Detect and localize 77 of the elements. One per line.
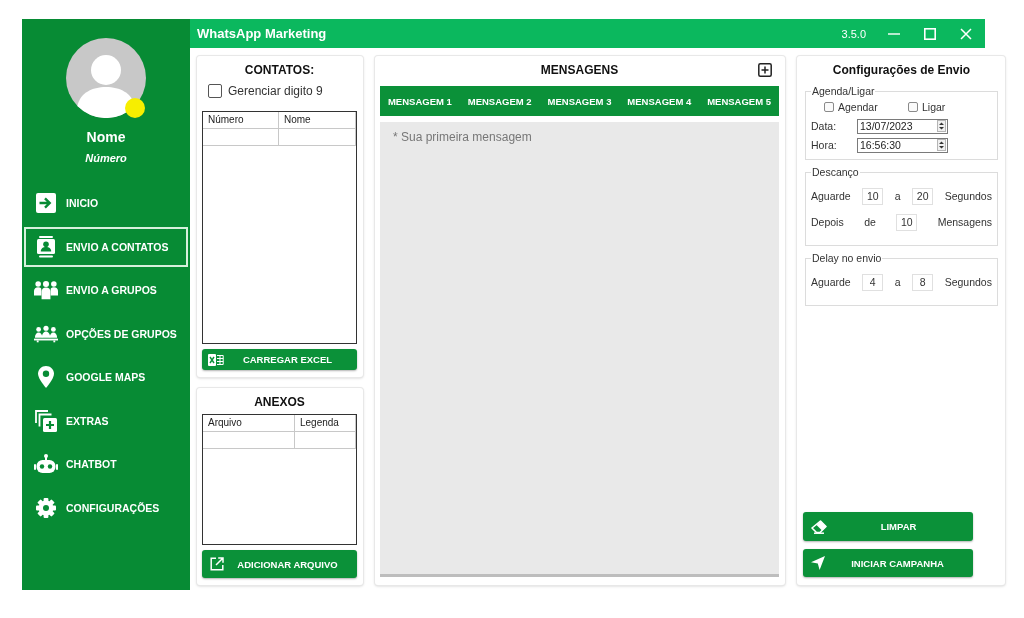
stacked-add-icon [35,409,57,432]
field-label: a [894,276,901,288]
settings-icon [36,497,56,518]
enter-icon [36,193,56,213]
external-link-icon [210,557,224,571]
panel-title: MENSAGENS [540,62,619,78]
group-legend: Descanço [811,166,860,178]
contact-card-icon [36,235,56,258]
clear-button[interactable]: LIMPAR [803,512,973,541]
field-label: Segundos [944,276,992,288]
column-header: Legenda [295,415,356,432]
nav-item[interactable]: GOOGLE MAPS [24,357,188,397]
start-campaign-button[interactable]: INICIAR CAMPANHA [803,549,973,577]
input-field[interactable]: 16:56:30 [857,137,948,153]
checkbox[interactable] [908,102,918,112]
checkbox-label: Ligar [922,101,946,113]
panel-title: CONTATOS: [243,62,316,78]
tab[interactable]: MENSAGEM 1 [380,86,460,116]
field-label: Mensagens [937,216,992,228]
tab[interactable]: MENSAGEM 3 [539,86,620,116]
checkbox[interactable] [208,84,222,98]
column-header: Arquivo [203,415,295,432]
nav-item[interactable]: OPÇÕES DE GRUPOS [24,313,188,354]
load-excel-button[interactable]: CARREGAR EXCEL [202,349,357,370]
number-field[interactable]: 10 [896,213,918,231]
panel-title: ANEXOS [253,394,306,410]
close-icon[interactable] [960,27,972,40]
message-field[interactable]: * Sua primeira mensagem [380,122,779,577]
field-label: Data: [811,120,838,132]
nav-item[interactable]: CHATBOT [24,444,188,484]
field-label: Hora: [811,139,838,151]
group-legend: Delay no envio [811,252,883,264]
add-icon[interactable] [758,63,772,77]
number-field[interactable]: 20 [912,187,934,205]
nav-item[interactable]: ENVIO A GRUPOS [24,270,188,310]
avatar-icon [66,38,146,118]
tab[interactable]: MENSAGEM 5 [699,86,779,116]
field-label: Aguarde [811,190,851,202]
profile-name: Nome [86,128,126,146]
panel-title: Configurações de Envio [831,62,972,78]
add-file-button[interactable]: ADICIONAR ARQUIVO [202,550,357,578]
checkbox-label: Agendar [838,101,878,113]
window-title: WhatsApp Marketing [197,26,328,41]
maximize-icon[interactable] [924,27,936,40]
nav-item[interactable]: CONFIGURAÇÕES [24,487,188,528]
input-field[interactable]: 13/07/2023 [857,118,948,134]
column-header: Número [203,112,279,129]
nav-item[interactable]: INICIO [24,183,188,223]
number-field[interactable]: 8 [912,273,934,291]
status-dot-icon [125,98,145,118]
people-group-icon [34,280,58,300]
nav-item[interactable]: ENVIO A CONTATOS [24,226,188,267]
field-label: Segundos [944,190,992,202]
tab[interactable]: MENSAGEM 4 [619,86,700,116]
map-pin-icon [38,366,54,388]
spinner-icon[interactable] [937,139,946,151]
version-label: 3.5.0 [841,27,866,40]
meeting-icon [34,324,58,343]
checkbox-label: Gerenciar digito 9 [228,84,323,98]
spreadsheet-icon [208,352,224,367]
column-header: Nome [279,112,356,129]
group-legend: Agenda/Ligar [811,85,876,97]
table-cell [295,432,356,449]
checkbox[interactable] [824,102,834,112]
nav-item[interactable]: EXTRAS [24,400,188,441]
field-label: a [894,190,901,202]
eraser-icon [811,519,827,534]
field-label: Depois [811,216,844,228]
field-label: de [864,216,876,228]
robot-icon [34,454,58,474]
field-label: Aguarde [811,276,851,288]
tab[interactable]: MENSAGEM 2 [459,86,540,116]
profile-number: Número [85,151,127,166]
number-field[interactable]: 4 [862,273,884,291]
number-field[interactable]: 10 [862,187,884,205]
spinner-icon[interactable] [937,120,946,132]
send-icon [811,556,825,570]
